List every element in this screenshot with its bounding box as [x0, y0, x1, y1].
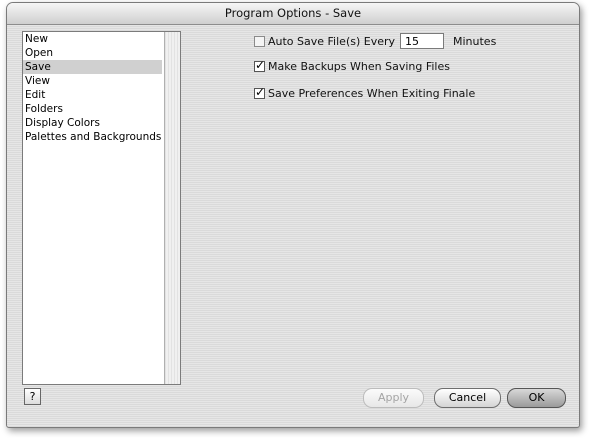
make-backups-option[interactable]: Make Backups When Saving Files	[254, 58, 450, 73]
category-item-edit[interactable]: Edit	[23, 88, 162, 102]
auto-save-checkbox[interactable]	[254, 36, 265, 47]
auto-save-option[interactable]: Auto Save File(s) Every	[254, 35, 395, 48]
minutes-label: Minutes	[453, 35, 497, 48]
category-item-new[interactable]: New	[23, 32, 162, 46]
apply-button[interactable]: Apply	[363, 388, 424, 408]
category-item-display-colors[interactable]: Display Colors	[23, 116, 162, 130]
category-item-view[interactable]: View	[23, 74, 162, 88]
category-item-open[interactable]: Open	[23, 46, 162, 60]
make-backups-checkbox[interactable]	[254, 58, 265, 72]
auto-save-label: Auto Save File(s) Every	[268, 35, 396, 48]
title-bar[interactable]: Program Options - Save	[7, 3, 579, 25]
make-backups-label: Make Backups When Saving Files	[268, 60, 450, 73]
category-list[interactable]: New Open Save View Edit Folders Display …	[22, 31, 181, 385]
save-prefs-option[interactable]: Save Preferences When Exiting Finale	[254, 85, 476, 100]
program-options-window: Program Options - Save New Open Save Vie…	[6, 2, 580, 428]
list-scrollbar[interactable]	[164, 32, 180, 384]
save-prefs-label: Save Preferences When Exiting Finale	[268, 87, 476, 100]
help-button[interactable]: ?	[24, 388, 41, 405]
auto-save-minutes-input[interactable]	[400, 33, 444, 49]
category-list-items: New Open Save View Edit Folders Display …	[23, 32, 162, 384]
window-title: Program Options - Save	[224, 6, 362, 20]
cancel-button[interactable]: Cancel	[434, 388, 501, 408]
category-item-palettes-and-backgrounds[interactable]: Palettes and Backgrounds	[23, 130, 162, 144]
category-item-save[interactable]: Save	[23, 60, 162, 74]
ok-button[interactable]: OK	[507, 388, 566, 408]
category-item-folders[interactable]: Folders	[23, 102, 162, 116]
save-prefs-checkbox[interactable]	[254, 85, 265, 99]
